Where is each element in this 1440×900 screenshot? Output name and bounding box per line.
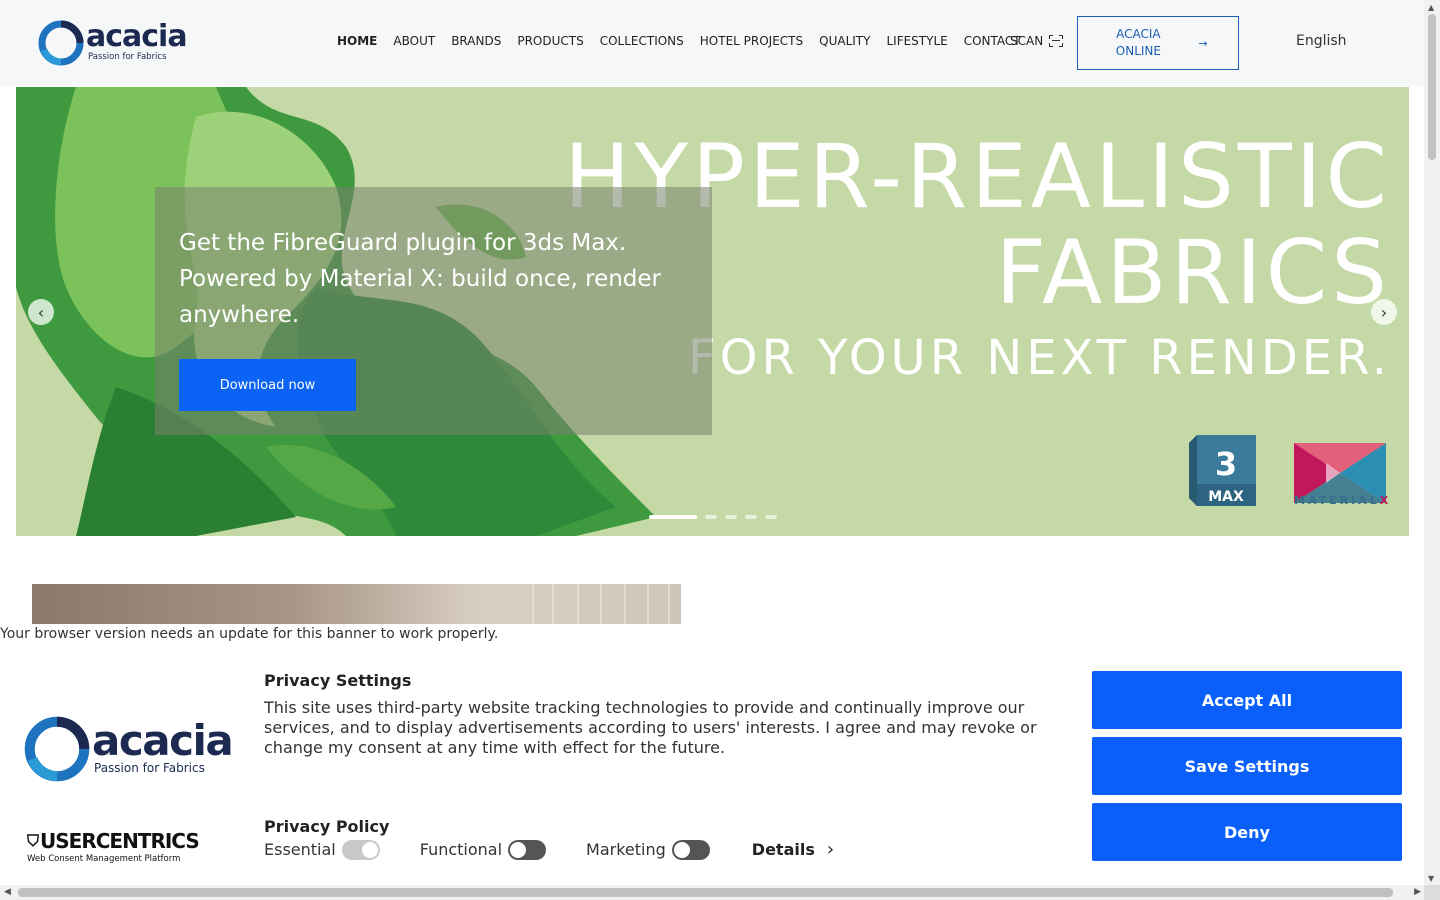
shield-icon: ⛉ bbox=[27, 831, 39, 850]
vertical-scroll-thumb[interactable] bbox=[1428, 14, 1436, 160]
download-now-button[interactable]: Download now bbox=[179, 359, 356, 411]
materialx-suffix: X bbox=[1379, 494, 1392, 507]
browser-update-notice: Your browser version needs an update for… bbox=[0, 626, 499, 642]
privacy-consent-banner: Your browser version needs an update for… bbox=[0, 624, 1424, 900]
category-marketing: Marketing bbox=[586, 839, 710, 860]
nav-brands[interactable]: BRANDS bbox=[451, 34, 501, 48]
acacia-online-button[interactable]: ACACIA ONLINE → bbox=[1077, 16, 1239, 70]
marketing-toggle[interactable] bbox=[671, 839, 710, 860]
scan-label: SCAN bbox=[1010, 34, 1044, 48]
nav-quality[interactable]: QUALITY bbox=[819, 34, 870, 48]
acacia-online-label: ACACIA ONLINE bbox=[1115, 27, 1161, 58]
scan-icon bbox=[1049, 35, 1064, 47]
horizontal-scroll-thumb[interactable] bbox=[18, 888, 1393, 897]
category-essential: Essential bbox=[264, 839, 380, 860]
carousel-dot-5[interactable] bbox=[765, 515, 777, 519]
category-functional: Functional bbox=[419, 839, 547, 860]
horizontal-scrollbar[interactable]: ◀ ▶ bbox=[0, 885, 1424, 900]
scroll-left-icon[interactable]: ◀ bbox=[4, 887, 11, 897]
chevron-left-icon: ‹ bbox=[37, 302, 45, 322]
carousel-next-button[interactable]: › bbox=[1371, 299, 1397, 325]
carousel-dot-3[interactable] bbox=[725, 515, 737, 519]
max-label: MAX bbox=[1208, 489, 1244, 505]
scroll-down-icon[interactable]: ▼ bbox=[1428, 874, 1434, 883]
banner-logo-mark-icon bbox=[24, 716, 90, 782]
save-settings-button[interactable]: Save Settings bbox=[1092, 737, 1402, 795]
3ds-max-logo-icon: 3 MAX bbox=[1189, 435, 1256, 506]
acacia-logo[interactable]: acacia Passion for Fabrics bbox=[38, 19, 188, 66]
privacy-settings-title: Privacy Settings bbox=[264, 671, 412, 690]
consent-categories: Essential Functional Marketing Details › bbox=[264, 839, 834, 860]
usercentrics-logo[interactable]: ⛉ USERCENTRICS Web Consent Management Pla… bbox=[27, 829, 200, 864]
banner-acacia-logo: acacia Passion for Fabrics bbox=[24, 716, 234, 782]
deny-button[interactable]: Deny bbox=[1092, 803, 1402, 861]
nav-collections[interactable]: COLLECTIONS bbox=[600, 34, 684, 48]
carousel-dot-4[interactable] bbox=[745, 515, 757, 519]
banner-logo-tagline: Passion for Fabrics bbox=[94, 761, 205, 775]
main-nav: HOME ABOUT BRANDS PRODUCTS COLLECTIONS H… bbox=[337, 34, 1021, 48]
essential-toggle[interactable] bbox=[341, 839, 380, 860]
hero-promo-box: Get the FibreGuard plugin for 3ds Max. P… bbox=[155, 187, 712, 435]
functional-toggle[interactable] bbox=[508, 839, 547, 860]
privacy-settings-text: This site uses third-party website track… bbox=[264, 698, 1037, 757]
site-header: acacia Passion for Fabrics HOME ABOUT BR… bbox=[0, 0, 1424, 86]
functional-label: Functional bbox=[419, 840, 503, 859]
logo-tagline: Passion for Fabrics bbox=[88, 52, 167, 62]
vertical-scrollbar[interactable]: ▲ ▼ bbox=[1424, 0, 1440, 885]
nav-about[interactable]: ABOUT bbox=[393, 34, 435, 48]
chevron-right-icon: › bbox=[1380, 302, 1388, 322]
carousel-prev-button[interactable]: ‹ bbox=[28, 299, 54, 325]
carousel-indicators bbox=[649, 515, 777, 519]
marketing-label: Marketing bbox=[586, 840, 666, 859]
chevron-right-icon: › bbox=[826, 839, 835, 860]
hero-carousel: HYPER-REALISTIC FABRICS FOR YOUR NEXT RE… bbox=[16, 87, 1409, 536]
scan-button[interactable]: SCAN bbox=[1010, 34, 1064, 48]
privacy-policy-link[interactable]: Privacy Policy bbox=[264, 817, 389, 836]
scrollbar-corner bbox=[1424, 885, 1440, 900]
banner-logo-word: acacia bbox=[92, 716, 234, 765]
materialx-wordmark: MATERIALX bbox=[1294, 494, 1391, 507]
nav-lifestyle[interactable]: LIFESTYLE bbox=[886, 34, 947, 48]
nav-hotel-projects[interactable]: HOTEL PROJECTS bbox=[700, 34, 803, 48]
materialx-prefix: MATERIAL bbox=[1294, 494, 1380, 507]
logo-word: acacia bbox=[86, 19, 188, 54]
language-selector[interactable]: English bbox=[1296, 33, 1347, 49]
usercentrics-subtitle: Web Consent Management Platform bbox=[27, 854, 181, 864]
nav-products[interactable]: PRODUCTS bbox=[517, 34, 583, 48]
usercentrics-name: USERCENTRICS bbox=[40, 829, 200, 853]
acacia-logo-mark-icon bbox=[38, 20, 84, 66]
essential-label: Essential bbox=[264, 840, 336, 859]
scroll-right-icon[interactable]: ▶ bbox=[1414, 887, 1421, 897]
carousel-dot-1[interactable] bbox=[649, 515, 697, 519]
details-label: Details bbox=[751, 840, 815, 859]
carousel-dot-2[interactable] bbox=[705, 515, 717, 519]
details-link[interactable]: Details › bbox=[752, 839, 834, 860]
nav-home[interactable]: HOME bbox=[337, 34, 377, 48]
arrow-right-icon: → bbox=[1198, 36, 1208, 50]
accept-all-button[interactable]: Accept All bbox=[1092, 671, 1402, 729]
scroll-up-icon[interactable]: ▲ bbox=[1428, 3, 1434, 12]
hero-promo-text: Get the FibreGuard plugin for 3ds Max. P… bbox=[179, 230, 662, 328]
max-number: 3 bbox=[1215, 445, 1237, 483]
